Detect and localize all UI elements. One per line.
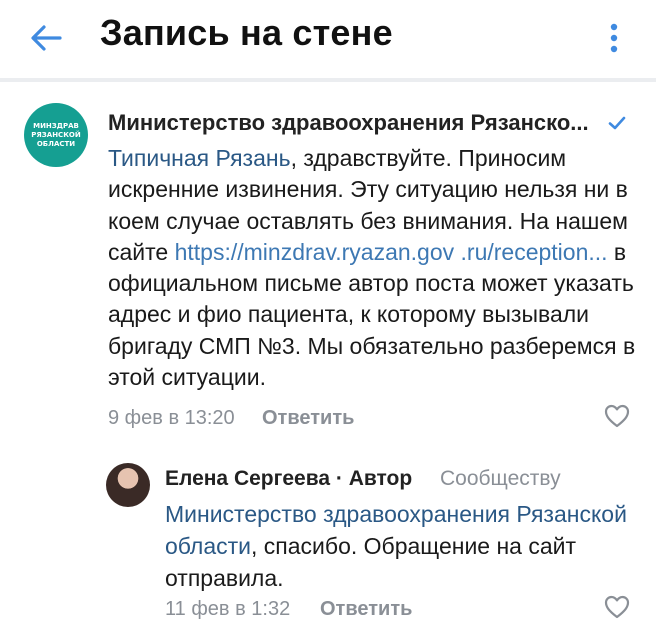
reply-button[interactable]: Ответить	[262, 407, 354, 430]
avatar-line: РЯЗАНСКОЙ	[31, 130, 81, 139]
reply-time: 11 фев в 1:32	[165, 598, 291, 620]
avatar-line: ОБЛАСТИ	[36, 139, 76, 148]
org-avatar[interactable]: МИНЗДРАВ РЯЗАНСКОЙ ОБЛАСТИ	[24, 103, 88, 167]
verified-icon	[608, 116, 626, 130]
comment-body: Типичная Рязань, здравствуйте. Приносим …	[108, 143, 638, 393]
header-divider	[0, 78, 656, 82]
reply-body: Министерство здравоохранения Рязанской о…	[165, 498, 635, 594]
top-bar: Запись на стене	[0, 0, 656, 78]
avatar-line: МИНЗДРАВ	[33, 121, 79, 130]
reply-recipient[interactable]: Сообществу	[440, 467, 561, 491]
heart-icon[interactable]	[603, 593, 631, 621]
reply-button[interactable]: Ответить	[320, 598, 412, 621]
comment-time: 9 фев в 13:20	[108, 407, 235, 429]
page-title: Запись на стене	[100, 12, 393, 53]
reply-author[interactable]: Елена Сергеева · Автор	[165, 467, 412, 491]
arrow-left-icon	[31, 25, 62, 51]
more-vertical-icon	[610, 23, 618, 53]
user-avatar[interactable]	[106, 463, 150, 507]
comment-author[interactable]: Министерство здравоохранения Рязанско...	[108, 110, 598, 136]
url-link[interactable]: https://minzdrav.ryazan.gov .ru/receptio…	[175, 239, 608, 265]
back-button[interactable]	[26, 16, 70, 60]
heart-icon[interactable]	[603, 402, 631, 430]
mention-link[interactable]: Типичная Рязань	[108, 145, 291, 171]
more-button[interactable]	[600, 16, 628, 60]
